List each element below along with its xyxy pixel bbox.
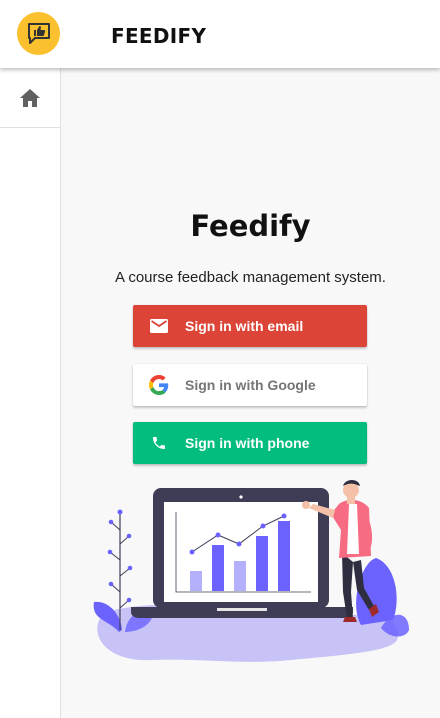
sidebar-item-home[interactable] xyxy=(0,68,60,128)
app-bar: FEEDIFY xyxy=(0,0,440,68)
app-title: FEEDIFY xyxy=(111,24,207,48)
main-content: Feedify A course feedback management sys… xyxy=(61,68,440,718)
mail-icon xyxy=(133,319,185,333)
page-title: Feedify xyxy=(190,209,311,243)
phone-icon xyxy=(133,435,185,451)
tagline: A course feedback management system. xyxy=(115,269,386,286)
sign-in-phone-label: Sign in with phone xyxy=(185,435,310,451)
presentation-illustration xyxy=(93,480,409,662)
sign-in-email-label: Sign in with email xyxy=(185,318,304,334)
thumbs-up-chat-icon xyxy=(27,22,50,44)
sign-in-phone-button[interactable]: Sign in with phone xyxy=(133,422,367,464)
sign-in-email-button[interactable]: Sign in with email xyxy=(133,305,367,347)
home-icon xyxy=(20,88,40,107)
sidebar xyxy=(0,68,61,718)
google-icon xyxy=(133,375,185,395)
logo[interactable] xyxy=(17,12,60,55)
sign-in-google-label: Sign in with Google xyxy=(185,377,316,393)
sign-in-google-button[interactable]: Sign in with Google xyxy=(133,364,367,406)
